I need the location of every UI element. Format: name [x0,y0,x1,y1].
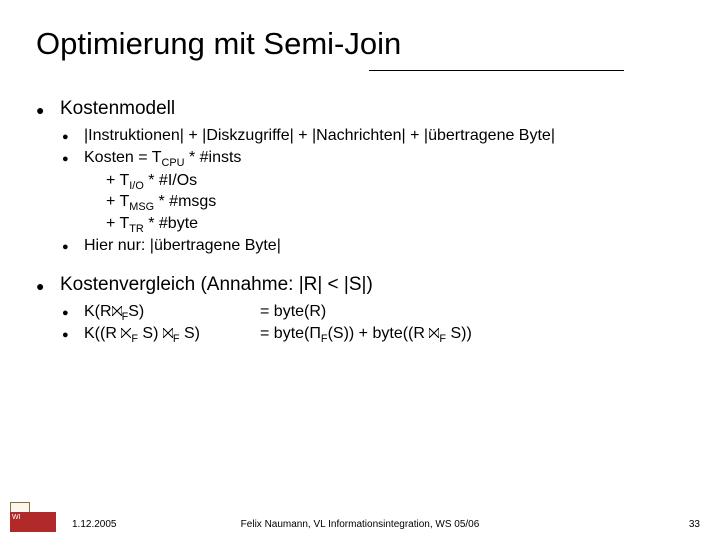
item-kosten-formula: ● Kosten = TCPU * #insts [62,147,684,169]
text: S) [138,325,163,342]
semijoin-icon [121,328,131,338]
subscript: F [131,334,138,346]
cost-left: K(RFS) [84,301,260,323]
formula-part: * #byte [144,215,198,232]
formula-part: Kosten = T [84,149,162,166]
formula-part: * #insts [185,149,242,166]
join-icon [112,306,122,316]
join-icon [429,328,439,338]
section-kostenvergleich: ● Kostenvergleich (Annahme: |R| < |S|) [36,272,684,298]
item-hier-nur: ● Hier nur: |übertragene Byte| [62,235,684,257]
cost-right: = byte(R) [260,301,684,323]
kostenvergleich-items: ● K(RFS) = byte(R) ● K((R F S) F S) [62,301,684,345]
text: S) [128,303,144,320]
kostenmodell-items: ● |Instruktionen| + |Diskzugriffe| + |Na… [62,125,684,257]
formula-part: * #msgs [154,193,216,210]
text: S) [180,325,200,342]
item-text: K((R F S) F S) = byte(ΠF(S)) + byte((R F… [84,323,684,345]
footer-page-number: 33 [689,519,700,530]
bullet-icon: ● [62,125,84,147]
item-text: Kosten = TCPU * #insts [84,147,684,169]
subscript: F [173,334,180,346]
cost-left: K((R F S) F S) [84,323,260,345]
footer: 1.12.2005 Felix Naumann, VL Informations… [0,500,720,530]
item-text: |Instruktionen| + |Diskzugriffe| + |Nach… [84,125,684,147]
text: K(R [84,303,112,320]
item-formula-sum: ● |Instruktionen| + |Diskzugriffe| + |Na… [62,125,684,147]
subscript: I/O [129,180,144,192]
title-rule [369,70,624,71]
bullet-icon: ● [62,323,84,345]
join-icon [163,328,173,338]
slide-title: Optimierung mit Semi-Join [36,26,684,62]
formula-part: + T [106,215,129,232]
subscript: TR [129,223,144,235]
text: K((R [84,325,121,342]
item-text: K(RFS) = byte(R) [84,301,684,323]
footer-center: Felix Naumann, VL Informationsintegratio… [0,519,720,530]
formula-line: + TMSG * #msgs [106,191,684,213]
cost-right: = byte(ΠF(S)) + byte((R F S)) [260,323,684,345]
text: (S)) + byte((R [328,325,430,342]
section-label: Kostenmodell [60,96,684,122]
text: S)) [446,325,472,342]
bullet-icon: ● [36,96,60,122]
subscript: CPU [162,157,185,169]
subscript: F [321,334,328,346]
subscript: MSG [129,202,154,214]
formula-line: + TI/O * #I/Os [106,170,684,192]
cost-row-1: ● K(RFS) = byte(R) [62,301,684,323]
item-text: Hier nur: |übertragene Byte| [84,235,684,257]
bullet-icon: ● [62,301,84,323]
formula-part: + T [106,172,129,189]
bullet-icon: ● [36,272,60,298]
formula-part: + T [106,193,129,210]
section-kostenmodell: ● Kostenmodell [36,96,684,122]
section-label: Kostenvergleich (Annahme: |R| < |S|) [60,272,684,298]
slide-content: ● Kostenmodell ● |Instruktionen| + |Disk… [36,96,684,345]
bullet-icon: ● [62,235,84,257]
slide: Optimierung mit Semi-Join ● Kostenmodell… [0,0,720,540]
bullet-icon: ● [62,147,84,169]
text: = byte(Π [260,325,321,342]
formula-part: * #I/Os [144,172,197,189]
cost-row-2: ● K((R F S) F S) = byte(ΠF(S)) + byte((R… [62,323,684,345]
formula-line: + TTR * #byte [106,213,684,235]
